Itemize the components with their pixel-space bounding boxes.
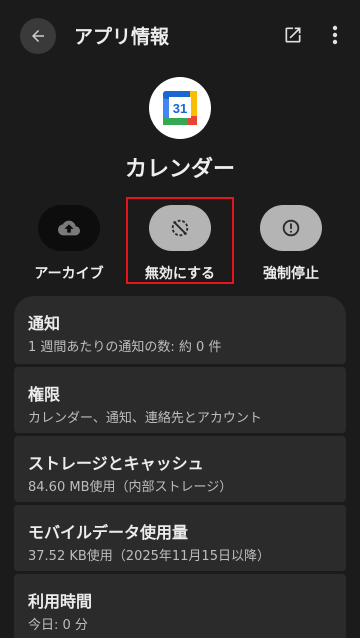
back-arrow-icon — [32, 30, 44, 42]
force-stop-action[interactable]: 強制停止 — [246, 205, 336, 283]
force-stop-label: 強制停止 — [263, 266, 319, 282]
screen-time-item[interactable]: 利用時間 今日: 0 分 — [14, 574, 346, 638]
permissions-title: 権限 — [28, 385, 61, 404]
more-vertical-icon — [332, 25, 338, 45]
screen-time-subtitle: 今日: 0 分 — [28, 618, 88, 633]
open-app-button[interactable] — [280, 22, 306, 48]
app-icon: 31 — [149, 77, 211, 139]
back-button[interactable] — [20, 18, 56, 54]
app-name: カレンダー — [124, 157, 235, 182]
mobile-data-title: モバイルデータ使用量 — [28, 523, 189, 542]
notifications-item[interactable]: 通知 1 週間あたりの通知の数: 約 0 件 — [14, 296, 346, 364]
svg-text:31: 31 — [173, 101, 187, 116]
screen-time-title: 利用時間 — [28, 592, 93, 611]
alert-icon — [282, 219, 300, 237]
page-title: アプリ情報 — [74, 26, 170, 48]
mobile-data-item[interactable]: モバイルデータ使用量 37.52 KB使用（2025年11月15日以降） — [14, 505, 346, 571]
calendar-app-icon: 31 — [163, 91, 197, 125]
cloud-upload-icon — [58, 220, 80, 236]
archive-label: アーカイブ — [34, 266, 104, 282]
archive-action[interactable]: アーカイブ — [24, 205, 114, 283]
storage-subtitle: 84.60 MB使用（内部ストレージ） — [28, 480, 233, 495]
highlight-box — [126, 197, 234, 284]
notifications-title: 通知 — [28, 314, 61, 333]
storage-title: ストレージとキャッシュ — [28, 454, 204, 473]
storage-item[interactable]: ストレージとキャッシュ 84.60 MB使用（内部ストレージ） — [14, 436, 346, 502]
permissions-item[interactable]: 権限 カレンダー、通知、連絡先とアカウント — [14, 367, 346, 433]
notifications-subtitle: 1 週間あたりの通知の数: 約 0 件 — [28, 340, 222, 355]
mobile-data-subtitle: 37.52 KB使用（2025年11月15日以降） — [28, 549, 270, 564]
force-stop-button[interactable] — [260, 205, 322, 251]
app-bar: アプリ情報 — [0, 0, 360, 70]
archive-button[interactable] — [38, 205, 100, 251]
permissions-subtitle: カレンダー、通知、連絡先とアカウント — [28, 411, 262, 426]
open-in-new-icon — [285, 27, 301, 43]
more-options-button[interactable] — [324, 22, 346, 48]
